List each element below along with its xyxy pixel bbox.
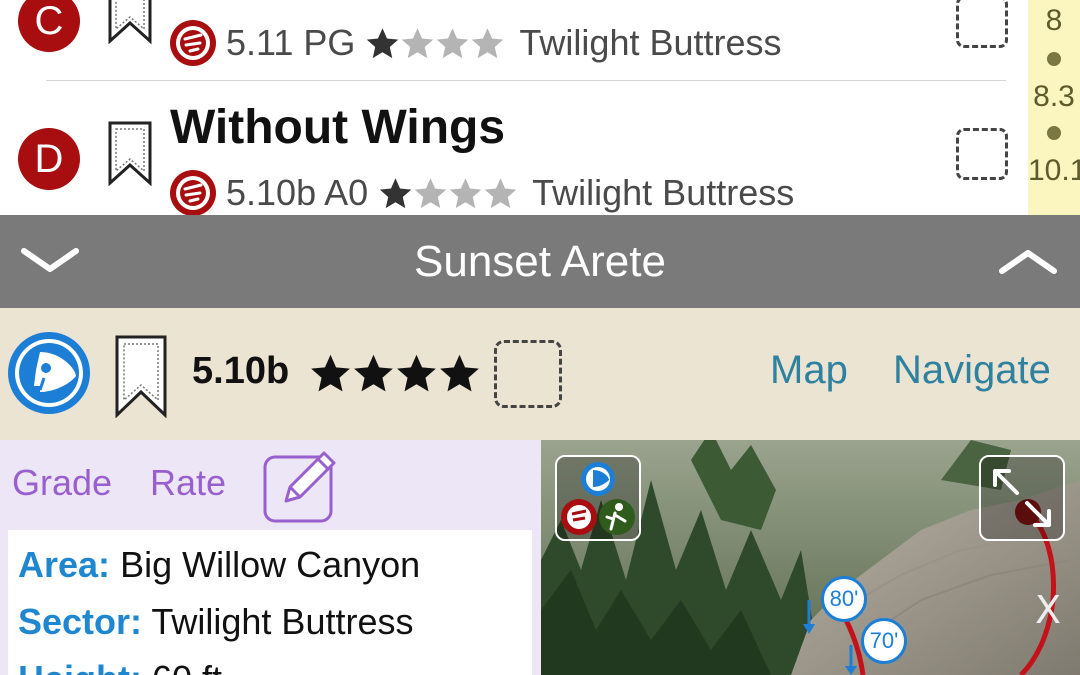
trad-climbing-icon xyxy=(170,170,216,216)
climbing-types-icons xyxy=(561,462,635,535)
route-letter-badge: C xyxy=(18,0,80,52)
star-rating xyxy=(378,176,518,211)
star-icon xyxy=(484,177,517,208)
navigate-link[interactable]: Navigate xyxy=(893,348,1051,393)
height-line: Height: 60 ft xyxy=(18,658,222,675)
area-line: Area: Big Willow Canyon xyxy=(18,544,420,586)
sector-key: Sector: xyxy=(18,601,143,642)
star-icon xyxy=(449,177,482,208)
trad-climbing-icon xyxy=(170,20,216,66)
star-icon xyxy=(402,27,434,58)
grade-index-strip[interactable]: 8 8.3 10.1 xyxy=(1028,0,1080,215)
route-sector: Twilight Buttress xyxy=(519,22,782,63)
pitch-marker: 80' xyxy=(821,576,867,622)
index-label: 8 xyxy=(1045,4,1063,37)
chevron-up-icon[interactable] xyxy=(996,243,1060,279)
expand-photo-button[interactable] xyxy=(979,455,1065,541)
route-name: Without Wings xyxy=(170,101,506,154)
route-info-card: Area: Big Willow Canyon Sector: Twilight… xyxy=(8,530,532,675)
climbing-types-box xyxy=(555,455,641,541)
route-grade: 5.10b xyxy=(192,350,290,392)
sport-climbing-icon xyxy=(8,332,90,414)
grade-button[interactable]: Grade xyxy=(12,462,112,504)
area-value: Big Willow Canyon xyxy=(120,544,421,585)
star-icon xyxy=(437,27,469,58)
close-photo-button[interactable]: X xyxy=(1035,588,1061,632)
route-meta: 5.11 PG Twilight Buttress xyxy=(168,18,782,68)
star-icon xyxy=(379,177,412,208)
star-icon xyxy=(367,27,399,58)
index-dot xyxy=(1047,52,1061,66)
star-icon xyxy=(354,354,393,392)
area-key: Area: xyxy=(18,544,111,585)
star-rating xyxy=(309,352,481,395)
index-label: 8.3 xyxy=(1033,80,1075,113)
route-list: C 5.11 PG Twilight Buttress D Without Wi… xyxy=(0,0,1028,218)
expand-icon xyxy=(993,469,1051,527)
map-link[interactable]: Map xyxy=(770,348,848,393)
sector-line: Sector: Twilight Buttress xyxy=(18,601,413,643)
star-icon xyxy=(472,27,504,58)
route-title-bar: Sunset Arete xyxy=(0,215,1080,308)
route-grade: 5.11 PG xyxy=(226,22,356,63)
index-label: 10.1 xyxy=(1028,154,1080,187)
star-icon xyxy=(414,177,447,208)
pitch-marker: 70' xyxy=(861,618,907,664)
star-rating xyxy=(365,26,505,61)
rate-button[interactable]: Rate xyxy=(150,462,226,504)
tick-checkbox[interactable] xyxy=(494,340,562,408)
star-icon xyxy=(440,354,479,392)
route-row[interactable]: D Without Wings 5.10b A0 Twilight Buttre… xyxy=(0,82,1028,218)
route-title: Sunset Arete xyxy=(414,237,666,286)
bookmark-icon[interactable] xyxy=(114,334,168,418)
route-letter-badge: D xyxy=(18,128,80,190)
edit-icon[interactable] xyxy=(262,445,342,525)
height-key: Height: xyxy=(18,658,142,675)
tick-checkbox[interactable] xyxy=(956,128,1008,180)
index-dot xyxy=(1047,126,1061,140)
sector-value: Twilight Buttress xyxy=(151,601,414,642)
route-meta: 5.10b A0 Twilight Buttress xyxy=(168,168,794,218)
route-detail-header: 5.10b Map Navigate xyxy=(0,308,1080,440)
route-row[interactable]: C 5.11 PG Twilight Buttress xyxy=(0,0,1028,78)
star-icon xyxy=(397,354,436,392)
row-divider xyxy=(46,80,1006,81)
bookmark-icon[interactable] xyxy=(107,0,153,44)
tick-checkbox[interactable] xyxy=(956,0,1008,48)
route-sector: Twilight Buttress xyxy=(532,172,795,213)
route-grade: 5.10b A0 xyxy=(226,172,369,213)
height-value: 60 ft xyxy=(152,658,222,675)
star-icon xyxy=(311,354,350,392)
bookmark-icon[interactable] xyxy=(107,120,153,186)
